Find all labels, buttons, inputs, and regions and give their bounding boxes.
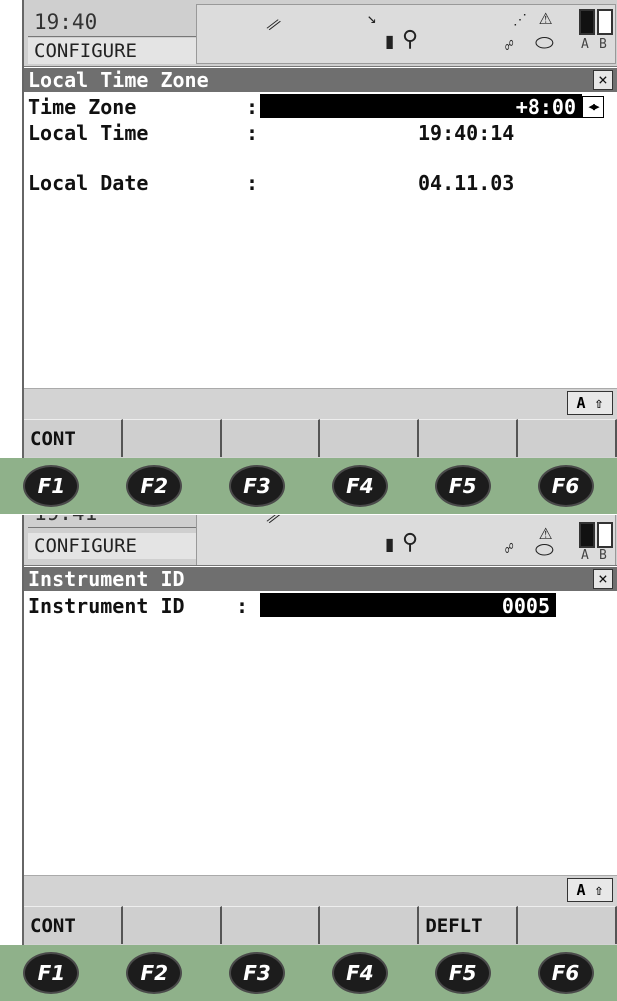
separator: : — [246, 171, 259, 195]
separator: : — [236, 594, 249, 618]
f5-key[interactable]: F5 — [434, 952, 491, 994]
clock: 19:40 — [28, 8, 198, 37]
time-zone-row: Time Zone : +8:00 ◀▶ — [28, 94, 613, 120]
softkey-6[interactable] — [518, 419, 617, 457]
local-date-value: 04.11.03 — [418, 171, 515, 195]
softkey-cont[interactable]: CONT — [24, 419, 123, 457]
spin-arrows-icon[interactable]: ◀▶ — [582, 96, 604, 118]
softkeys: CONT — [24, 419, 617, 459]
instrument-id-panel: 19:41 CONFIGURE ⫽ ▮ ⚲ ☍ ⚠ ⬭ A B Instrume… — [0, 515, 617, 1001]
function-keys: F1 F2 F3 F4 F5 F6 — [0, 945, 617, 1001]
mode-label: CONFIGURE — [28, 38, 198, 64]
radio-icon: ▮ — [383, 532, 397, 557]
status-icons: ⫽ ↘ ▮ ⚲ ⋰ ☍ ⚠ ⬭ A B — [196, 4, 616, 64]
f1-key[interactable]: F1 — [23, 465, 80, 507]
f2-key[interactable]: F2 — [126, 465, 183, 507]
separator: : — [246, 95, 259, 119]
status-bar: 19:41 CONFIGURE ⫽ ▮ ⚲ ☍ ⚠ ⬭ A B — [24, 515, 617, 566]
instrument-id-row: Instrument ID : 0005 — [28, 593, 613, 619]
softkey-2[interactable] — [122, 419, 222, 457]
local-date-row: Local Date : 04.11.03 — [28, 170, 613, 196]
close-icon[interactable]: × — [593, 569, 613, 589]
dialog-title: Local Time Zone × — [24, 68, 617, 92]
softkeys: CONT DEFLT — [24, 906, 617, 946]
local-time-row: Local Time : 19:40:14 — [28, 120, 613, 146]
radio-icon: ▮ — [383, 29, 397, 54]
softkey-4[interactable] — [320, 419, 420, 457]
person-walking-icon: ⚲ — [402, 530, 419, 555]
instrument-id-label: Instrument ID — [28, 594, 185, 618]
time-zone-field[interactable]: +8:00 — [260, 94, 582, 119]
battery-a-label: A — [581, 548, 589, 563]
f4-key[interactable]: F4 — [331, 465, 388, 507]
status-bar: 19:40 CONFIGURE ⫽ ↘ ▮ ⚲ ⋰ ☍ ⚠ ⬭ A B — [24, 0, 617, 67]
softkey-4[interactable] — [320, 906, 420, 944]
f2-key[interactable]: F2 — [126, 952, 183, 994]
softkey-2[interactable] — [122, 906, 222, 944]
function-keys: F1 F2 F3 F4 F5 F6 — [0, 458, 617, 514]
device-screen: 19:40 CONFIGURE ⫽ ↘ ▮ ⚲ ⋰ ☍ ⚠ ⬭ A B Loca… — [22, 0, 617, 459]
time-zone-label: Time Zone — [28, 95, 137, 119]
softkey-6[interactable] — [518, 906, 617, 944]
f3-key[interactable]: F3 — [229, 952, 286, 994]
softkey-5[interactable] — [419, 419, 519, 457]
softkey-bar: A ⇧ CONT — [24, 388, 617, 459]
dialog-title-text: Instrument ID — [28, 567, 185, 591]
satellite-small-icon: ☍ — [505, 541, 514, 557]
antenna-icon: ⫽ — [263, 14, 283, 37]
separator: : — [246, 121, 259, 145]
close-icon[interactable]: × — [593, 70, 613, 90]
device-screen: 19:41 CONFIGURE ⫽ ▮ ⚲ ☍ ⚠ ⬭ A B Instrume… — [22, 515, 617, 946]
dialog-title-text: Local Time Zone — [28, 68, 209, 92]
satellite-small-icon: ☍ — [505, 38, 514, 54]
memory-card-icon: ⬭ — [535, 31, 554, 56]
antenna-icon: ⫽ — [263, 515, 283, 530]
battery-a-label: A — [581, 37, 589, 52]
battery-b-label: B — [599, 37, 607, 52]
f6-key[interactable]: F6 — [537, 952, 594, 994]
clock: 19:41 — [28, 515, 198, 528]
f4-key[interactable]: F4 — [331, 952, 388, 994]
caps-indicator: A ⇧ — [567, 878, 613, 902]
warning-icon: ⚠ — [539, 5, 553, 30]
f1-key[interactable]: F1 — [23, 952, 80, 994]
dialog-title: Instrument ID × — [24, 567, 617, 591]
f5-key[interactable]: F5 — [434, 465, 491, 507]
mode-label: CONFIGURE — [28, 533, 198, 559]
local-time-value: 19:40:14 — [418, 121, 515, 145]
battery-a-icon — [579, 9, 595, 35]
signal-icon: ↘ — [367, 8, 377, 27]
f3-key[interactable]: F3 — [229, 465, 286, 507]
softkey-cont[interactable]: CONT — [24, 906, 123, 944]
local-time-zone-panel: 19:40 CONFIGURE ⫽ ↘ ▮ ⚲ ⋰ ☍ ⚠ ⬭ A B Loca… — [0, 0, 617, 515]
person-walking-icon: ⚲ — [402, 27, 419, 52]
softkey-3[interactable] — [221, 419, 321, 457]
battery-a-icon — [579, 522, 595, 548]
softkey-3[interactable] — [221, 906, 321, 944]
local-time-label: Local Time — [28, 121, 149, 145]
status-icons: ⫽ ▮ ⚲ ☍ ⚠ ⬭ A B — [196, 515, 616, 565]
caps-indicator: A ⇧ — [567, 391, 613, 415]
battery-b-icon — [597, 9, 613, 35]
battery-b-icon — [597, 522, 613, 548]
f6-key[interactable]: F6 — [537, 465, 594, 507]
battery-b-label: B — [599, 548, 607, 563]
memory-card-icon: ⬭ — [535, 538, 554, 563]
softkey-deflt[interactable]: DEFLT — [419, 906, 519, 944]
instrument-id-field[interactable]: 0005 — [260, 593, 556, 618]
softkey-bar: A ⇧ CONT DEFLT — [24, 875, 617, 946]
satellite-icon: ⋰ — [513, 12, 527, 28]
local-date-label: Local Date — [28, 171, 149, 195]
